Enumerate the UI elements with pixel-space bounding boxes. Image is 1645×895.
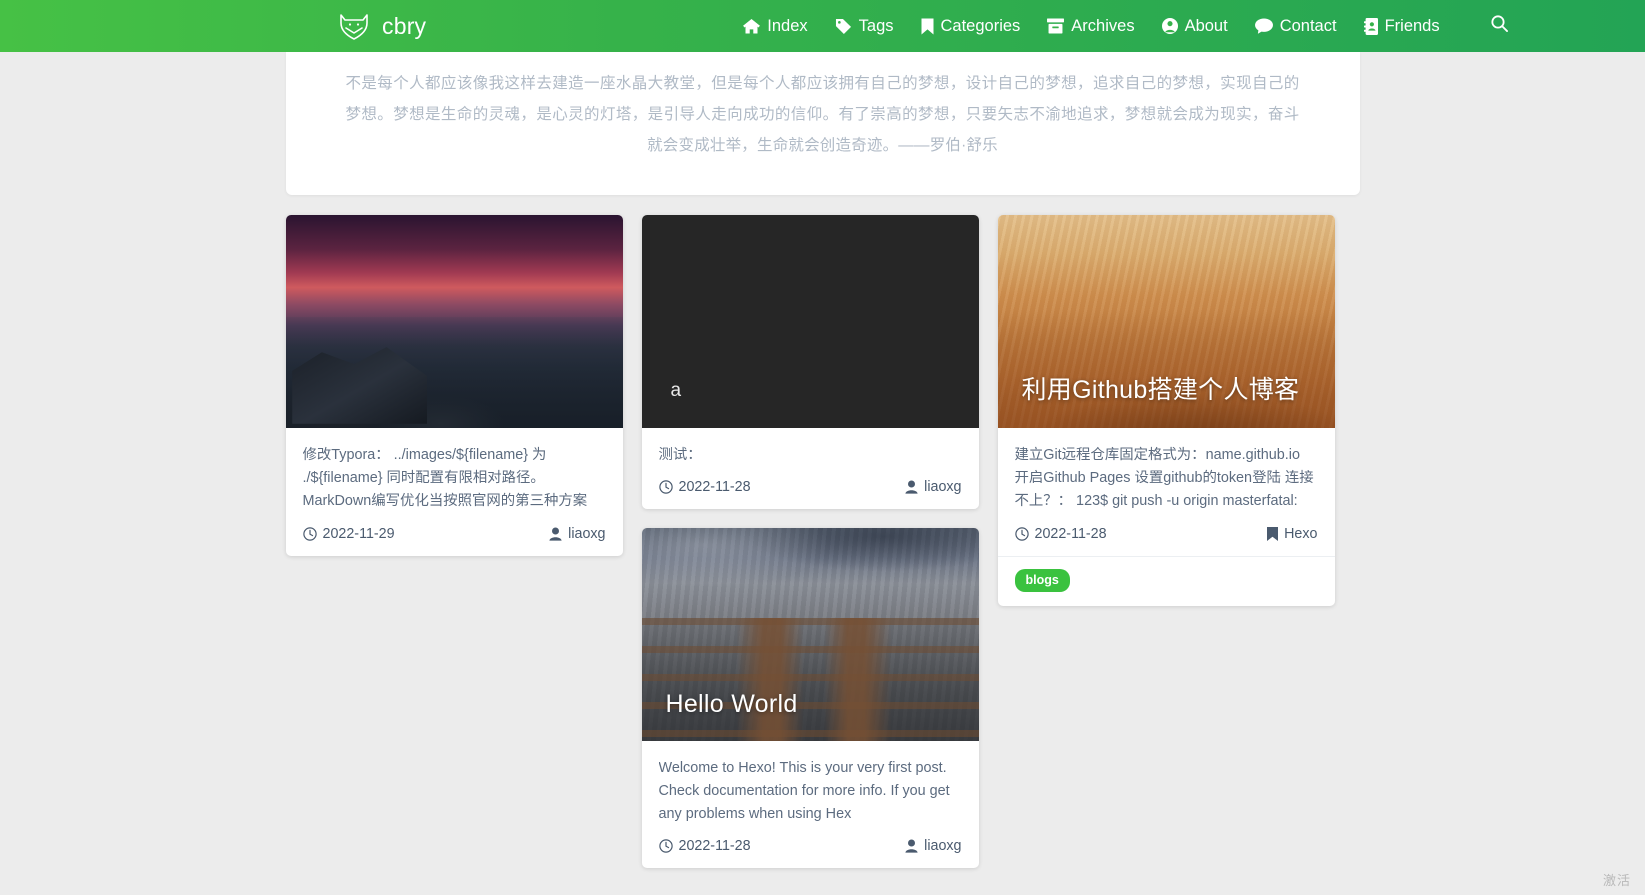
card-excerpt: 修改Typora： ../images/${filename} 为 ./${fi…	[302, 447, 588, 510]
nav-label: Categories	[940, 16, 1021, 35]
card-title: a	[670, 380, 682, 401]
card-body: 修改Typora： ../images/${filename} 为 ./${fi…	[286, 428, 623, 520]
nav-label: About	[1184, 16, 1228, 35]
grid-column-1: 修改Typora： ../images/${filename} 为 ./${fi…	[285, 215, 623, 556]
post-author: liaoxg	[905, 838, 962, 855]
search-icon	[1491, 15, 1508, 37]
nav-item-tags[interactable]: Tags	[835, 18, 894, 35]
card-meta: 2022-11-28 liaoxg	[642, 832, 979, 868]
nav-links: Index Tags Categories Archives About Con…	[743, 15, 1508, 37]
post-date-text: 2022-11-28	[678, 479, 751, 496]
comment-icon	[1254, 18, 1273, 34]
card-media[interactable]: a	[641, 215, 979, 428]
card-excerpt: 测试：	[658, 447, 702, 463]
activation-watermark: 激活	[1602, 873, 1631, 888]
post-author: liaoxg	[905, 479, 962, 496]
post-category: Hexo	[1267, 526, 1318, 542]
dark-placeholder	[641, 215, 979, 428]
post-category-text: Hexo	[1284, 526, 1318, 542]
card-tags: blogs	[997, 556, 1335, 606]
address-book-icon	[1363, 17, 1378, 35]
nav-label: Archives	[1071, 16, 1135, 35]
grid-column-2: a 测试： 2022-11-28 liaoxg Hello World Welc…	[641, 215, 979, 869]
tag-icon	[835, 18, 852, 34]
bookmark-solid-icon	[1267, 527, 1279, 541]
post-date-text: 2022-11-29	[322, 526, 395, 542]
tag-badge[interactable]: blogs	[1014, 569, 1070, 592]
post-date: 2022-11-28	[658, 479, 751, 496]
nav-label: Index	[767, 16, 808, 35]
home-icon	[743, 18, 761, 34]
post-author-text: liaoxg	[924, 838, 962, 855]
post-card[interactable]: Hello World Welcome to Hexo! This is you…	[641, 528, 979, 869]
clock-icon	[658, 480, 673, 494]
post-date-text: 2022-11-28	[1034, 526, 1107, 542]
nav-label: Friends	[1384, 16, 1440, 35]
card-title: Hello World	[665, 690, 798, 719]
user-icon	[549, 527, 562, 541]
card-media[interactable]: 利用Github搭建个人博客	[997, 215, 1335, 428]
top-navbar: cbry Index Tags Categories Archives Abou…	[0, 0, 1645, 52]
post-date: 2022-11-28	[1014, 526, 1107, 542]
card-meta: 2022-11-28 liaoxg	[642, 473, 979, 509]
clock-icon	[1014, 527, 1029, 541]
post-grid: 修改Typora： ../images/${filename} 为 ./${fi…	[285, 215, 1360, 869]
fox-logo-icon	[338, 11, 370, 41]
card-meta: 2022-11-29 liaoxg	[286, 520, 623, 556]
nav-item-friends[interactable]: Friends	[1363, 16, 1440, 35]
clock-icon	[302, 527, 317, 541]
card-media[interactable]	[285, 215, 623, 428]
post-date: 2022-11-28	[658, 838, 751, 855]
user-icon	[905, 839, 918, 853]
post-date-text: 2022-11-28	[678, 838, 751, 855]
card-title: 利用Github搭建个人博客	[1021, 376, 1300, 404]
card-meta: 2022-11-28 Hexo	[998, 520, 1335, 556]
user-circle-icon	[1161, 18, 1178, 34]
post-card[interactable]: 修改Typora： ../images/${filename} 为 ./${fi…	[285, 215, 623, 556]
card-excerpt: Welcome to Hexo! This is your very first…	[658, 760, 950, 823]
post-author: liaoxg	[549, 526, 606, 542]
brand-name: cbry	[382, 12, 427, 39]
user-icon	[905, 480, 918, 494]
grid-column-3: 利用Github搭建个人博客 建立Git远程仓库固定格式为：name.githu…	[997, 215, 1335, 606]
quote-panel: 不是每个人都应该像我这样去建造一座水晶大教堂，但是每个人都应该拥有自己的梦想，设…	[285, 52, 1360, 195]
card-media[interactable]: Hello World	[641, 528, 979, 742]
cliff-sunset-photo	[285, 215, 623, 428]
post-card[interactable]: a 测试： 2022-11-28 liaoxg	[641, 215, 979, 510]
card-body: 测试：	[642, 428, 979, 473]
post-author-text: liaoxg	[924, 479, 962, 496]
archive-box-icon	[1047, 18, 1065, 34]
nav-item-about[interactable]: About	[1161, 16, 1228, 35]
bookmark-icon	[921, 18, 934, 35]
search-button[interactable]	[1491, 15, 1508, 37]
post-author-text: liaoxg	[568, 526, 606, 542]
card-excerpt: 建立Git远程仓库固定格式为：name.github.io 开启Github P…	[1014, 447, 1314, 510]
card-body: 建立Git远程仓库固定格式为：name.github.io 开启Github P…	[998, 428, 1335, 520]
nav-item-index[interactable]: Index	[743, 16, 808, 35]
clock-icon	[658, 839, 673, 853]
nav-item-contact[interactable]: Contact	[1254, 16, 1337, 35]
post-date: 2022-11-29	[302, 526, 395, 542]
quote-text: 不是每个人都应该像我这样去建造一座水晶大教堂，但是每个人都应该拥有自己的梦想，设…	[345, 75, 1300, 154]
card-body: Welcome to Hexo! This is your very first…	[642, 741, 979, 832]
page-root: cbry Index Tags Categories Archives Abou…	[0, 0, 1645, 895]
nav-item-categories[interactable]: Categories	[921, 16, 1021, 35]
brand-link[interactable]: cbry	[338, 11, 426, 41]
post-card[interactable]: 利用Github搭建个人博客 建立Git远程仓库固定格式为：name.githu…	[997, 215, 1335, 606]
nav-item-archives[interactable]: Archives	[1047, 16, 1135, 35]
nav-label: Contact	[1279, 16, 1337, 35]
nav-label: Tags	[858, 16, 894, 35]
